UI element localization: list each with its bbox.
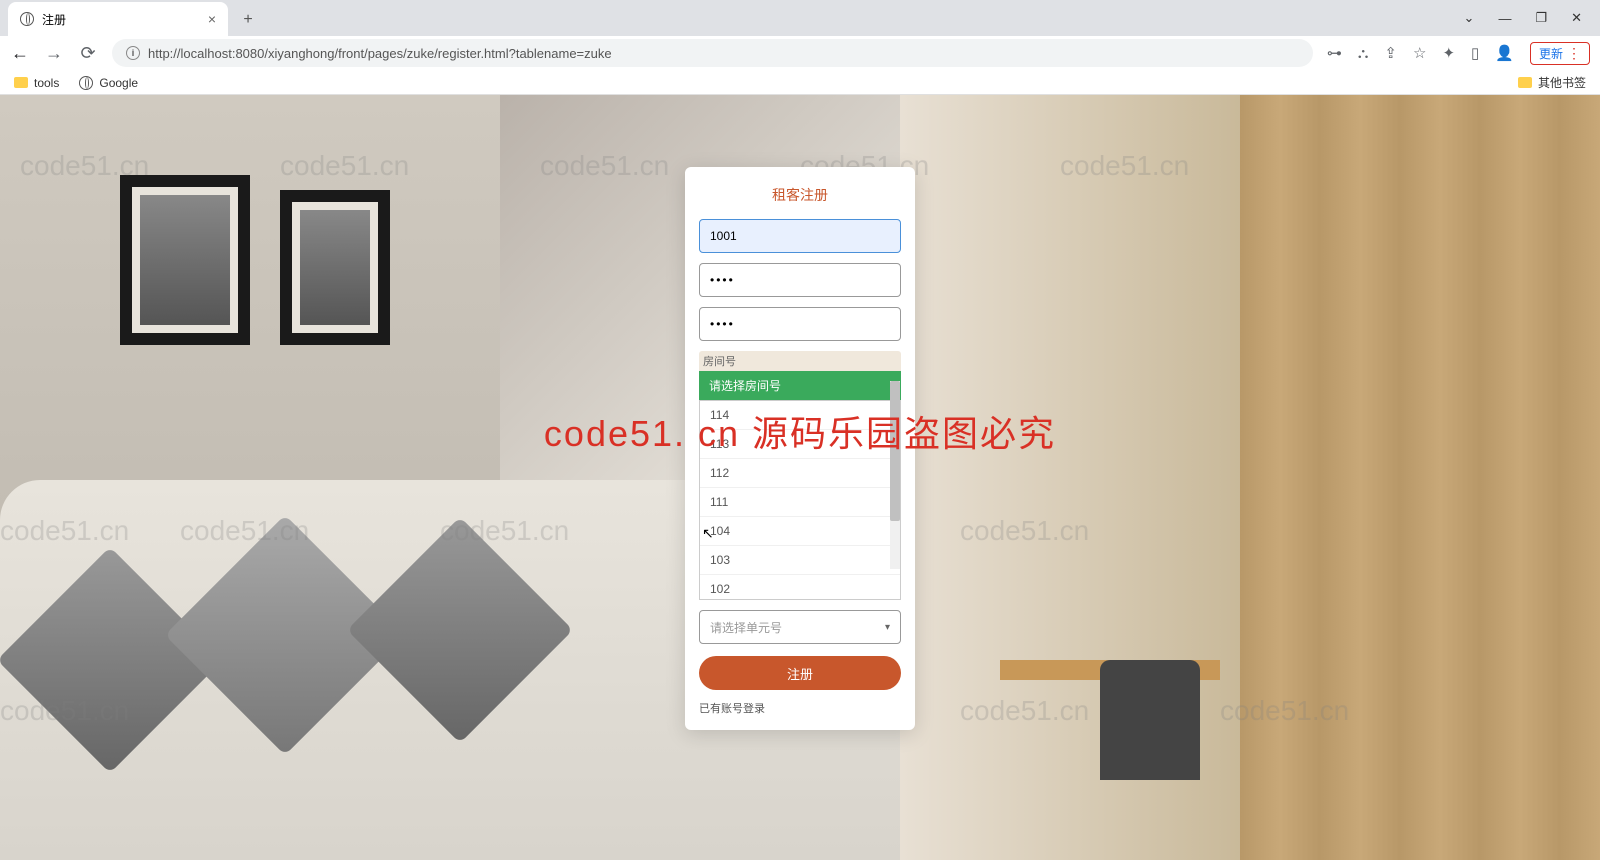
- page-content: code51.cn code51.cn code51.cn code51.cn …: [0, 95, 1600, 860]
- star-icon[interactable]: ☆: [1413, 44, 1426, 62]
- account-input[interactable]: [699, 219, 901, 253]
- bg-decoration: [1100, 660, 1200, 780]
- update-button[interactable]: 更新 ⋮: [1530, 42, 1590, 65]
- globe-icon: [20, 12, 34, 26]
- chevron-down-icon[interactable]: ⌄: [1464, 10, 1475, 26]
- unit-placeholder: 请选择单元号: [710, 619, 782, 636]
- bookmark-other[interactable]: 其他书签: [1518, 74, 1586, 91]
- register-button[interactable]: 注册: [699, 656, 901, 690]
- tab-bar: 注册 × + ⌄ — ❐ ✕: [0, 0, 1600, 36]
- bg-decoration: [120, 175, 250, 345]
- address-bar: ← → ⟳ i http://localhost:8080/xiyanghong…: [0, 36, 1600, 70]
- dropdown-option[interactable]: 113: [700, 430, 900, 459]
- extension-icon[interactable]: ✦: [1442, 44, 1455, 62]
- bg-decoration: [1240, 95, 1600, 860]
- close-icon[interactable]: ×: [208, 11, 216, 27]
- dropdown-option[interactable]: 102: [700, 575, 900, 600]
- minimize-icon[interactable]: —: [1498, 11, 1511, 26]
- dropdown-option[interactable]: 114: [700, 401, 900, 430]
- info-icon[interactable]: i: [126, 46, 140, 60]
- back-icon[interactable]: ←: [10, 43, 30, 64]
- caret-down-icon: ▾: [885, 622, 890, 633]
- dropdown-option[interactable]: 111: [700, 488, 900, 517]
- bookmark-tools[interactable]: tools: [14, 76, 59, 90]
- url-bar[interactable]: i http://localhost:8080/xiyanghong/front…: [112, 39, 1313, 67]
- browser-chrome: 注册 × + ⌄ — ❐ ✕ ← → ⟳ i http://localhost:…: [0, 0, 1600, 95]
- bookmark-google[interactable]: Google: [79, 76, 138, 90]
- close-window-icon[interactable]: ✕: [1571, 10, 1582, 26]
- menu-dots-icon: ⋮: [1567, 45, 1581, 62]
- dropdown-option[interactable]: 104: [700, 517, 900, 546]
- unit-select[interactable]: 请选择单元号 ▾: [699, 610, 901, 644]
- watermark: code51.cn: [540, 150, 669, 182]
- key-icon[interactable]: ⊶: [1327, 44, 1342, 62]
- bookmark-label: Google: [99, 76, 138, 90]
- login-link[interactable]: 已有账号登录: [699, 700, 901, 716]
- dropdown-option[interactable]: 103: [700, 546, 900, 575]
- browser-tab[interactable]: 注册 ×: [8, 2, 228, 36]
- dropdown-list: 114 113 112 111 104 103 102: [699, 400, 901, 600]
- maximize-icon[interactable]: ❐: [1535, 10, 1547, 26]
- window-controls: ⌄ — ❐ ✕: [1446, 0, 1600, 36]
- register-label: 注册: [787, 667, 813, 682]
- forward-icon: →: [44, 43, 64, 64]
- update-label: 更新: [1539, 45, 1563, 62]
- address-icons: ⊶ ⛬ ⇪ ☆ ✦ ▯ 👤 更新 ⋮: [1327, 42, 1590, 65]
- panel-icon[interactable]: ▯: [1471, 44, 1479, 62]
- new-tab-button[interactable]: +: [234, 6, 262, 34]
- reload-icon[interactable]: ⟳: [78, 43, 98, 64]
- bg-decoration: [280, 190, 390, 345]
- folder-icon: [14, 77, 28, 88]
- url-text: http://localhost:8080/xiyanghong/front/p…: [148, 46, 612, 61]
- password-input[interactable]: [699, 263, 901, 297]
- translate-icon[interactable]: ⛬: [1358, 45, 1369, 62]
- globe-icon: [79, 76, 93, 90]
- dropdown-label: 房间号: [699, 351, 901, 371]
- share-icon[interactable]: ⇪: [1384, 44, 1397, 62]
- bookmark-label: 其他书签: [1538, 74, 1586, 91]
- bookmarks-bar: tools Google 其他书签: [0, 70, 1600, 95]
- scrollbar[interactable]: [890, 381, 900, 569]
- dropdown-selected[interactable]: 请选择房间号: [699, 371, 901, 400]
- bookmark-label: tools: [34, 76, 59, 90]
- profile-icon[interactable]: 👤: [1495, 44, 1514, 62]
- card-title: 租客注册: [699, 185, 901, 205]
- folder-icon: [1518, 77, 1532, 88]
- tab-title: 注册: [42, 11, 66, 28]
- room-dropdown[interactable]: 房间号 请选择房间号 114 113 112 111 104 103 102: [699, 351, 901, 600]
- confirm-password-input[interactable]: [699, 307, 901, 341]
- dropdown-option[interactable]: 112: [700, 459, 900, 488]
- register-card: 租客注册 房间号 请选择房间号 114 113 112 111 104 103 …: [685, 167, 915, 730]
